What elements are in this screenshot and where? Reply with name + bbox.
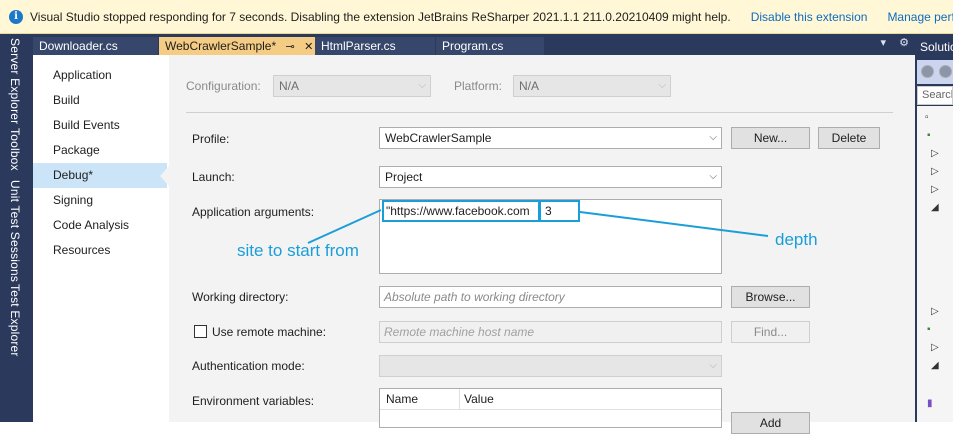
rail-item-toolbox[interactable]: Toolbox: [8, 128, 22, 171]
profile-value: WebCrawlerSample: [385, 131, 492, 145]
nav-item-debug[interactable]: Debug*: [33, 163, 167, 188]
browse-button[interactable]: Browse...: [731, 286, 810, 308]
solution-search-input[interactable]: Search: [917, 86, 953, 105]
nav-item-signing[interactable]: Signing: [33, 188, 167, 213]
application-arguments-label: Application arguments:: [192, 205, 315, 219]
project-icon: ▪: [927, 324, 931, 335]
site-annotation: site to start from: [237, 241, 359, 260]
collapse-arrow-icon[interactable]: ◢: [931, 360, 939, 371]
configuration-label: Configuration:: [186, 79, 261, 93]
environment-variables-label: Environment variables:: [192, 394, 315, 408]
tab-tools: ▾ ⚙: [871, 36, 909, 49]
nav-item-resources[interactable]: Resources: [33, 238, 167, 263]
launch-select[interactable]: Project ⌵: [379, 166, 722, 188]
argument-depth-highlight: 3: [539, 200, 580, 222]
disable-extension-link[interactable]: Disable this extension: [751, 10, 868, 24]
new-profile-button[interactable]: New...: [731, 127, 810, 149]
expand-arrow-icon[interactable]: ▷: [931, 306, 939, 317]
add-variable-button[interactable]: Add: [731, 412, 810, 434]
project-icon: ▪: [927, 130, 931, 141]
platform-label: Platform:: [454, 79, 503, 93]
authentication-mode-label: Authentication mode:: [192, 359, 305, 373]
tree-node-icon: ▫: [925, 112, 929, 123]
expand-arrow-icon[interactable]: ▷: [931, 342, 939, 353]
platform-value: N/A: [519, 79, 540, 93]
nav-item-build[interactable]: Build: [33, 88, 167, 113]
solution-explorer-title: Solution: [920, 40, 953, 54]
divider: [186, 112, 893, 113]
argument-url-highlight: "https://www.facebook.com: [382, 200, 540, 222]
tab-label: WebCrawlerSample*: [165, 39, 277, 53]
project-properties-nav: Application Build Build Events Package D…: [33, 55, 167, 422]
grid-header-value[interactable]: Value: [464, 389, 494, 410]
tab-webcrawlersample[interactable]: WebCrawlerSample* ⊸ ✕: [159, 37, 315, 55]
collapse-arrow-icon[interactable]: ◢: [931, 202, 939, 213]
forward-icon[interactable]: [939, 65, 952, 78]
tab-label: Downloader.cs: [39, 39, 118, 53]
solution-explorer-panel: Solution Search ▫ ▪ ▷ ▷ ▷ ◢ ▷ ▪ ▷ ◢ ▮: [915, 34, 953, 422]
pin-icon[interactable]: ⊸: [286, 38, 295, 56]
manage-performance-link[interactable]: Manage performance: [887, 10, 953, 24]
delete-profile-button[interactable]: Delete: [818, 127, 880, 149]
selected-page-pointer: [160, 166, 169, 186]
chevron-down-icon: ⌵: [418, 80, 426, 91]
rail-item-server-explorer[interactable]: Server Explorer: [8, 38, 22, 124]
column-divider[interactable]: [459, 389, 460, 410]
remote-machine-input: Remote machine host name: [379, 321, 722, 343]
chevron-down-icon: ⌵: [709, 360, 717, 371]
nav-item-application[interactable]: Application: [33, 63, 167, 88]
debug-page: Configuration: N/A ⌵ Platform: N/A ⌵ Pro…: [169, 55, 915, 434]
file-icon: ▮: [927, 398, 933, 409]
use-remote-machine-checkbox[interactable]: [194, 325, 207, 338]
tab-label: Program.cs: [442, 39, 504, 53]
configuration-select: N/A ⌵: [273, 75, 431, 97]
working-directory-input[interactable]: Absolute path to working directory: [379, 286, 722, 308]
info-bar: i Visual Studio stopped responding for 7…: [0, 0, 953, 34]
expand-arrow-icon[interactable]: ▷: [931, 148, 939, 159]
platform-select: N/A ⌵: [513, 75, 671, 97]
tool-window-rail: Server Explorer Toolbox Unit Test Sessio…: [0, 34, 33, 422]
authentication-mode-select: ⌵: [379, 355, 722, 377]
solution-tree[interactable]: ▫ ▪ ▷ ▷ ▷ ◢ ▷ ▪ ▷ ◢ ▮: [917, 106, 953, 422]
launch-value: Project: [385, 170, 423, 184]
nav-item-package[interactable]: Package: [33, 138, 167, 163]
chevron-down-icon[interactable]: ▾: [881, 37, 887, 49]
nav-item-code-analysis[interactable]: Code Analysis: [33, 213, 167, 238]
back-icon[interactable]: [921, 65, 934, 78]
chevron-down-icon: ⌵: [658, 80, 666, 91]
launch-label: Launch:: [192, 170, 235, 184]
close-icon[interactable]: ✕: [304, 38, 313, 56]
profile-label: Profile:: [192, 132, 230, 146]
expand-arrow-icon[interactable]: ▷: [931, 184, 939, 195]
tab-downloader[interactable]: Downloader.cs: [33, 37, 158, 55]
rail-item-unit-test-sessions[interactable]: Unit Test Sessions: [8, 180, 22, 282]
chevron-down-icon: ⌵: [709, 171, 717, 182]
configuration-value: N/A: [279, 79, 300, 93]
use-remote-machine-label: Use remote machine:: [212, 325, 327, 339]
grid-header: Name Value: [380, 389, 721, 410]
depth-annotation: depth: [775, 230, 818, 249]
profile-select[interactable]: WebCrawlerSample ⌵: [379, 127, 722, 149]
chevron-down-icon: ⌵: [709, 132, 717, 143]
solution-toolbar: [917, 60, 953, 84]
nav-item-build-events[interactable]: Build Events: [33, 113, 167, 138]
document-tab-strip: Downloader.cs WebCrawlerSample* ⊸ ✕ Html…: [33, 34, 915, 55]
info-icon: i: [9, 9, 23, 24]
gear-icon[interactable]: ⚙: [899, 37, 909, 49]
expand-arrow-icon[interactable]: ▷: [931, 166, 939, 177]
grid-header-name[interactable]: Name: [386, 389, 418, 410]
rail-item-test-explorer[interactable]: Test Explorer: [8, 284, 22, 357]
working-directory-label: Working directory:: [192, 290, 289, 304]
info-bar-message: Visual Studio stopped responding for 7 s…: [30, 9, 731, 24]
tab-label: HtmlParser.cs: [321, 39, 396, 53]
environment-variables-grid[interactable]: Name Value: [379, 388, 722, 428]
find-button: Find...: [731, 321, 810, 343]
tab-htmlparser[interactable]: HtmlParser.cs: [315, 37, 435, 55]
tab-program[interactable]: Program.cs: [436, 37, 544, 55]
